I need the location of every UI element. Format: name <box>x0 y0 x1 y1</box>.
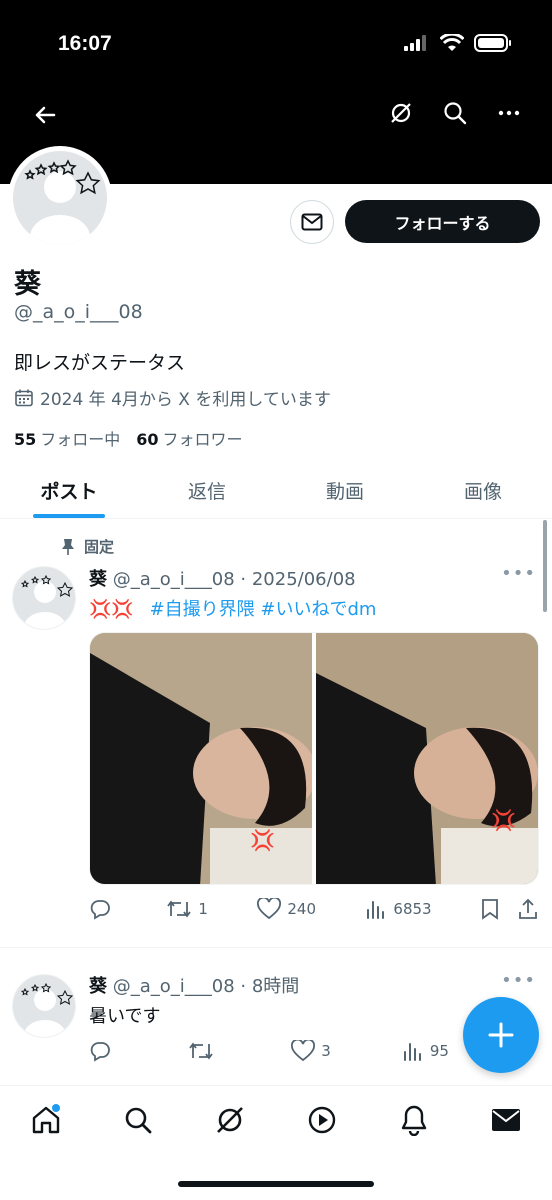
repost-button[interactable] <box>188 1040 220 1062</box>
like-count: 240 <box>287 900 316 918</box>
profile-handle: @_a_o_i___08 <box>14 301 143 323</box>
reply-button[interactable] <box>89 1040 117 1062</box>
wifi-icon <box>439 32 465 56</box>
views-icon <box>403 1043 421 1061</box>
repost-button[interactable]: 1 <box>166 898 208 920</box>
following-label: フォロー中 <box>40 430 121 449</box>
cellular-signal-icon <box>404 35 430 55</box>
post-media[interactable]: 💢 💢 <box>89 632 539 885</box>
search-icon[interactable] <box>442 100 468 126</box>
compose-button[interactable] <box>463 997 539 1073</box>
tab-replies[interactable]: 返信 <box>138 462 276 518</box>
views-button[interactable]: 6853 <box>365 898 432 920</box>
post-header: 葵 @_a_o_i___08 · 8時間 <box>89 972 299 998</box>
nav-notifications[interactable] <box>394 1100 434 1140</box>
like-button[interactable]: 240 <box>257 898 316 920</box>
tab-posts[interactable]: ポスト <box>0 462 138 518</box>
post-header: 葵 @_a_o_i___08 · 2025/06/08 <box>89 565 356 591</box>
nav-explore[interactable] <box>118 1100 158 1140</box>
message-button[interactable] <box>290 200 334 244</box>
tab-images[interactable]: 画像 <box>414 462 552 518</box>
pin-icon <box>62 538 74 555</box>
svg-text:💢: 💢 <box>250 828 275 852</box>
grok-icon <box>217 1107 243 1133</box>
reply-icon <box>90 1042 110 1062</box>
nav-video[interactable] <box>302 1100 342 1140</box>
status-time: 16:07 <box>58 32 112 55</box>
followers-link[interactable]: 60 フォロワー <box>136 426 242 450</box>
selfie-photo[interactable]: 💢 <box>316 633 538 884</box>
like-button[interactable]: 3 <box>291 1040 331 1062</box>
nav-messages[interactable] <box>486 1100 526 1140</box>
plus-icon <box>488 1022 514 1048</box>
envelope-icon <box>492 1109 520 1131</box>
post-hashtags[interactable]: #自撮り界隈 #いいねでdm <box>150 599 377 620</box>
post-avatar[interactable] <box>12 974 76 1038</box>
arrow-left-icon <box>35 106 56 124</box>
more-icon[interactable] <box>496 100 522 126</box>
reply-button[interactable] <box>89 898 117 920</box>
status-icons <box>404 32 512 56</box>
share-icon[interactable] <box>517 898 539 920</box>
followers-label: フォロワー <box>162 430 243 449</box>
repost-icon <box>189 1042 213 1060</box>
view-count: 95 <box>429 1042 449 1060</box>
post-author-name[interactable]: 葵 <box>89 569 107 590</box>
pinned-label: 固定 <box>84 538 115 556</box>
home-indicator <box>178 1181 374 1187</box>
view-count: 6853 <box>393 900 432 918</box>
heart-icon <box>257 898 282 920</box>
tab-videos[interactable]: 動画 <box>276 462 414 518</box>
grok-icon[interactable] <box>388 100 414 126</box>
like-count: 3 <box>321 1042 331 1060</box>
post-avatar[interactable] <box>12 566 76 630</box>
heart-icon <box>291 1040 316 1062</box>
stars-decoration-icon <box>24 155 104 203</box>
pinned-indicator: 固定 <box>60 536 114 557</box>
bookmark-icon[interactable] <box>481 898 499 920</box>
display-name: 葵 <box>14 269 41 300</box>
views-icon <box>367 901 385 919</box>
repost-icon <box>167 900 192 918</box>
play-icon <box>308 1106 336 1134</box>
nav-grok[interactable] <box>210 1100 250 1140</box>
post-divider <box>0 947 552 948</box>
selfie-photo[interactable]: 💢 <box>90 633 312 884</box>
post-more-button[interactable]: ••• <box>501 970 536 991</box>
nav-home[interactable] <box>26 1100 66 1140</box>
post-more-button[interactable]: ••• <box>501 563 536 584</box>
notification-dot <box>52 1104 60 1112</box>
join-date: 2024 年 4月から X を利用しています <box>14 385 331 410</box>
followers-count: 60 <box>136 430 159 449</box>
post-text: 💢💢 #自撮り界隈 #いいねでdm <box>89 595 376 621</box>
calendar-icon <box>15 389 33 406</box>
back-button[interactable] <box>30 100 60 130</box>
following-count: 55 <box>14 430 37 449</box>
following-link[interactable]: 55 フォロー中 <box>14 426 120 450</box>
envelope-icon <box>301 213 323 231</box>
profile-tabs: ポスト 返信 動画 画像 <box>0 462 552 519</box>
follow-button[interactable]: フォローする <box>345 200 540 243</box>
reply-icon <box>90 900 110 920</box>
scrollbar[interactable] <box>543 520 547 612</box>
post-text: 暑いです <box>89 1006 161 1027</box>
post-author-name[interactable]: 葵 <box>89 976 107 997</box>
views-button[interactable]: 95 <box>402 1040 449 1062</box>
post-meta: @_a_o_i___08 · 8時間 <box>112 976 300 997</box>
post-emoji: 💢💢 <box>89 599 134 620</box>
post-actions: 3 95 <box>89 1040 449 1062</box>
search-icon <box>125 1107 152 1134</box>
bell-icon <box>401 1105 427 1136</box>
svg-text:💢: 💢 <box>491 808 516 832</box>
battery-icon <box>474 34 512 56</box>
repost-count: 1 <box>198 900 208 918</box>
post-actions: 1 240 6853 <box>89 898 539 920</box>
profile-bio: 即レスがステータス <box>14 352 186 374</box>
join-date-text: 2024 年 4月から X を利用しています <box>40 390 331 410</box>
post-meta: @_a_o_i___08 · 2025/06/08 <box>112 569 356 590</box>
